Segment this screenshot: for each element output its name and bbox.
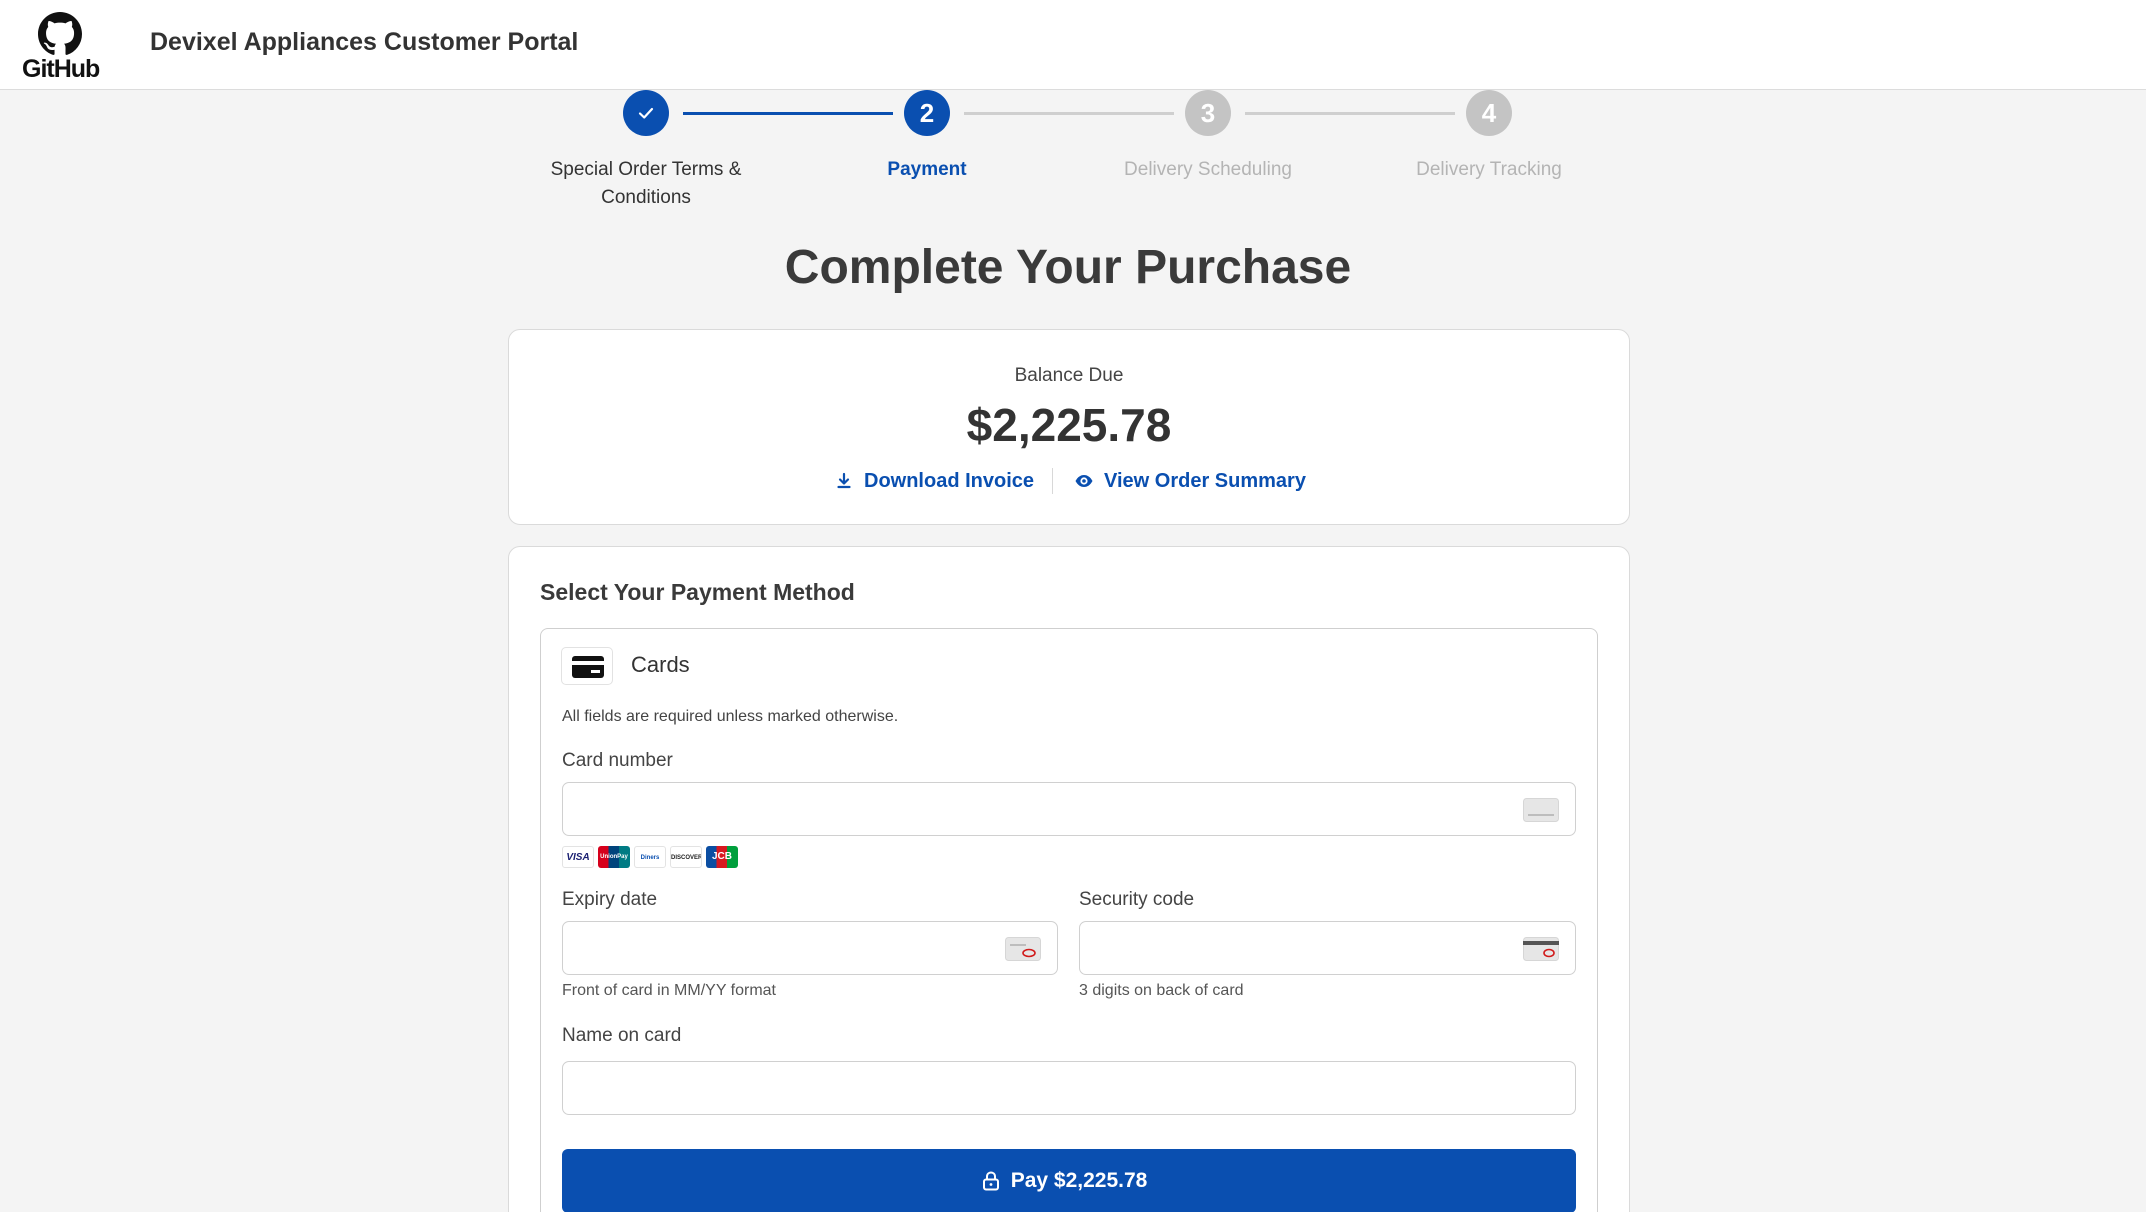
step-connector-1: [683, 112, 893, 115]
step-4-circle: 4: [1466, 90, 1512, 136]
invoice-links: Download Invoice View Order Summary: [509, 466, 1629, 496]
credit-card-icon: [572, 656, 604, 678]
name-on-card-label: Name on card: [562, 1025, 682, 1046]
step-connector-3: [1245, 112, 1455, 115]
security-code-field[interactable]: [1079, 921, 1576, 975]
step-1-circle[interactable]: [623, 90, 669, 136]
expiry-date-input[interactable]: [563, 922, 1057, 974]
visa-brand-icon: VISA: [562, 846, 594, 868]
card-number-field[interactable]: [562, 782, 1576, 836]
expiry-date-label: Expiry date: [562, 889, 658, 910]
expiry-date-field[interactable]: [562, 921, 1058, 975]
download-invoice-label: Download Invoice: [864, 470, 1035, 492]
github-octocat-icon: [38, 12, 82, 55]
unionpay-brand-label: UnionPay: [600, 854, 628, 860]
eye-icon: [1075, 475, 1093, 487]
step-2-label: Payment: [887, 159, 967, 180]
card-number-input[interactable]: [563, 783, 1575, 835]
checkout-stepper: 2 3 4 Special Order Terms & Conditions P…: [0, 90, 2146, 220]
security-code-hint: 3 digits on back of card: [1079, 982, 1244, 999]
balance-amount: $2,225.78: [966, 399, 1172, 451]
app-header: GitHub Devixel Appliances Customer Porta…: [0, 0, 2146, 90]
logo-text: GitHub: [22, 55, 100, 83]
jcb-brand-icon: JCB: [706, 846, 738, 868]
card-front-icon: [1005, 937, 1041, 961]
payment-card: Select Your Payment Method Cards All fie…: [508, 546, 1630, 1212]
balance-card: Balance Due $2,225.78 Download Invoice V…: [508, 329, 1630, 525]
balance-label: Balance Due: [1014, 365, 1124, 386]
step-1-label: Special Order Terms & Conditions: [550, 159, 742, 208]
pay-button[interactable]: Pay $2,225.78: [562, 1149, 1576, 1212]
payment-section-title: Select Your Payment Method: [540, 579, 855, 605]
portal-title: Devixel Appliances Customer Portal: [150, 28, 579, 56]
download-invoice-link[interactable]: Download Invoice: [834, 466, 1034, 496]
expiry-date-hint: Front of card in MM/YY format: [562, 982, 776, 999]
name-on-card-field[interactable]: [562, 1061, 1576, 1115]
download-icon: [837, 472, 851, 489]
card-back-icon: [1523, 937, 1559, 961]
step-2-circle[interactable]: 2: [904, 90, 950, 136]
credit-card-method-icon: [561, 647, 613, 685]
github-logo[interactable]: GitHub: [22, 12, 100, 83]
lock-icon: [983, 1171, 999, 1191]
card-number-label: Card number: [562, 750, 673, 771]
step-connector-2: [964, 112, 1174, 115]
view-order-summary-link[interactable]: View Order Summary: [1074, 466, 1306, 496]
method-name: Cards: [631, 652, 690, 677]
view-order-summary-label: View Order Summary: [1104, 470, 1306, 492]
discover-brand-icon: DISCOVER: [670, 846, 702, 868]
generic-card-icon: [1523, 798, 1559, 822]
step-3-label: Delivery Scheduling: [1124, 159, 1292, 180]
pay-button-label: Pay $2,225.78: [1010, 1169, 1148, 1192]
diners-brand-label: Diners: [640, 855, 660, 861]
security-code-label: Security code: [1079, 889, 1195, 910]
security-code-input[interactable]: [1080, 922, 1575, 974]
cards-method-panel[interactable]: Cards All fields are required unless mar…: [540, 628, 1598, 1212]
name-on-card-input[interactable]: [563, 1062, 1575, 1114]
links-divider: [1052, 468, 1053, 494]
diners-brand-icon: Diners: [634, 846, 666, 868]
page-title: Complete Your Purchase: [784, 241, 1352, 294]
checkmark-icon: [638, 107, 654, 119]
step-3-circle: 3: [1185, 90, 1231, 136]
required-fields-note: All fields are required unless marked ot…: [562, 708, 899, 725]
jcb-brand-label: JCB: [711, 851, 732, 862]
unionpay-brand-icon: UnionPay: [598, 846, 630, 868]
step-4-label: Delivery Tracking: [1416, 159, 1562, 180]
